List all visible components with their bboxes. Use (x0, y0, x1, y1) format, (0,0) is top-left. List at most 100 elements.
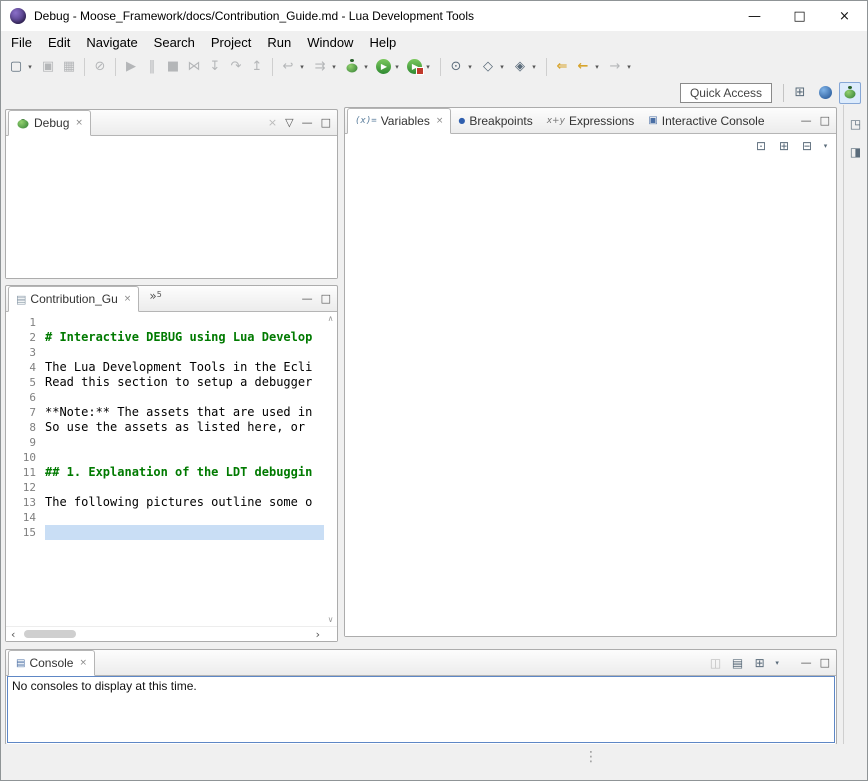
code-line[interactable]: 2 # Interactive DEBUG using Lua Develop (6, 330, 324, 345)
save-all-button[interactable]: ▦ (59, 56, 79, 78)
collapse-all-button[interactable]: ⊟ (797, 136, 817, 156)
search-button[interactable]: ⊙ (446, 56, 466, 78)
code-line[interactable]: 14 (6, 510, 324, 525)
vertical-scrollbar[interactable]: ∧ ∨ (324, 312, 337, 626)
open-perspective-button[interactable]: ⊞ (789, 82, 811, 104)
debug-perspective-button[interactable] (839, 82, 861, 104)
new-dropdown[interactable]: ▾ (25, 56, 35, 78)
code-line[interactable]: 5 Read this section to setup a debugger (6, 375, 324, 390)
back-dropdown[interactable]: ▾ (592, 56, 602, 78)
new-wizard-dropdown[interactable]: ▾ (497, 56, 507, 78)
code-line[interactable]: 12 (6, 480, 324, 495)
forward-dropdown[interactable]: ▾ (624, 56, 634, 78)
run-dropdown[interactable]: ▾ (392, 56, 402, 78)
code-line[interactable]: 6 (6, 390, 324, 405)
forward-button[interactable]: → (605, 56, 625, 78)
open-element-dropdown[interactable]: ▾ (529, 56, 539, 78)
maximize-view-button[interactable]: □ (321, 116, 331, 129)
skip-all-breakpoints-button[interactable]: ⊘ (90, 56, 110, 78)
quick-access-box[interactable]: Quick Access (680, 83, 772, 103)
tab-console[interactable]: ▤ Console × (8, 650, 95, 676)
view-menu-button[interactable]: ▾ (820, 136, 831, 156)
tab-close-button[interactable]: × (124, 294, 132, 304)
code-line[interactable]: 4 The Lua Development Tools in the Ecli (6, 360, 324, 375)
step-over-button[interactable]: ↷ (226, 56, 246, 78)
tab-variables[interactable]: (x)= Variables × (347, 108, 451, 134)
view-menu-button[interactable]: ▽ (285, 116, 293, 129)
drop-to-frame-dropdown[interactable]: ▾ (297, 56, 307, 78)
menu-run[interactable]: Run (259, 33, 299, 52)
show-logical-structure-button[interactable]: ⊡ (751, 136, 771, 156)
new-button[interactable]: ▢ (6, 56, 26, 78)
scroll-down-button[interactable]: ∨ (328, 615, 334, 624)
drop-to-frame-button[interactable]: ↩ (278, 56, 298, 78)
external-tools-dropdown[interactable]: ▾ (423, 56, 433, 78)
step-return-button[interactable]: ↥ (247, 56, 267, 78)
menu-navigate[interactable]: Navigate (78, 33, 145, 52)
maximize-view-button[interactable]: □ (321, 292, 331, 305)
code-line[interactable]: 10 (6, 450, 324, 465)
use-step-filters-dropdown[interactable]: ▾ (329, 56, 339, 78)
open-console-dropdown[interactable]: ▾ (772, 653, 783, 673)
last-edit-location-button[interactable]: ⇐ (552, 56, 572, 78)
window-close-button[interactable]: × (822, 1, 867, 31)
scroll-right-button[interactable]: › (311, 628, 325, 641)
minimize-view-button[interactable]: — (801, 114, 812, 127)
maximize-view-button[interactable]: □ (820, 114, 830, 127)
code-line[interactable]: 1 (6, 315, 324, 330)
horizontal-scroll-thumb[interactable] (24, 630, 76, 638)
debug-dropdown[interactable]: ▾ (361, 56, 371, 78)
menu-search[interactable]: Search (146, 33, 203, 52)
app-logo-icon[interactable] (10, 8, 26, 24)
tab-interactive-console[interactable]: ▣ Interactive Console (641, 108, 771, 133)
code-line[interactable]: 9 (6, 435, 324, 450)
external-tools-button[interactable]: ▶ (407, 59, 422, 74)
open-element-button[interactable]: ◈ (510, 56, 530, 78)
tab-contribution-guide[interactable]: ▤ Contribution_Gu × (8, 286, 139, 312)
restore-minimized-view-button-2[interactable]: ◨ (847, 143, 865, 161)
code-line[interactable]: 8 So use the assets as listed here, or (6, 420, 324, 435)
use-step-filters-button[interactable]: ⇉ (310, 56, 330, 78)
more-editors-button[interactable]: » 5 (139, 286, 165, 311)
tab-close-button[interactable]: × (75, 118, 83, 128)
horizontal-scrollbar[interactable]: ‹ › (6, 626, 337, 641)
show-type-names-button[interactable]: ⊞ (774, 136, 794, 156)
tab-close-button[interactable]: × (79, 658, 87, 668)
resume-button[interactable]: ▶ (121, 56, 141, 78)
minimize-view-button[interactable]: — (302, 116, 313, 129)
minimize-view-button[interactable]: — (801, 656, 812, 669)
code-line[interactable]: 15 (6, 525, 324, 540)
menu-edit[interactable]: Edit (40, 33, 78, 52)
scroll-left-button[interactable]: ‹ (6, 628, 20, 641)
window-minimize-button[interactable]: — (732, 1, 777, 31)
back-button[interactable]: ← (573, 56, 593, 78)
debug-button[interactable] (342, 56, 362, 78)
run-button[interactable]: ▶ (376, 59, 391, 74)
code-area[interactable]: 1 2 # Interactive DEBUG using Lua Develo… (6, 312, 324, 626)
save-button[interactable]: ▣ (38, 56, 58, 78)
window-maximize-button[interactable]: □ (777, 1, 822, 31)
maximize-view-button[interactable]: □ (820, 656, 830, 669)
code-line[interactable]: 11 ## 1. Explanation of the LDT debuggin (6, 465, 324, 480)
display-selected-console-button[interactable]: ▤ (728, 653, 748, 673)
pin-console-button[interactable]: ◫ (706, 653, 726, 673)
menu-help[interactable]: Help (361, 33, 404, 52)
step-into-button[interactable]: ↧ (205, 56, 225, 78)
code-line[interactable]: 7 **Note:** The assets that are used in (6, 405, 324, 420)
lua-perspective-button[interactable] (814, 82, 836, 104)
open-console-button[interactable]: ⊞ (750, 653, 770, 673)
suspend-button[interactable]: ‖ (142, 56, 162, 78)
new-wizard-button[interactable]: ◇ (478, 56, 498, 78)
tab-debug[interactable]: Debug × (8, 110, 91, 136)
menu-project[interactable]: Project (203, 33, 259, 52)
code-line[interactable]: 13 The following pictures outline some o (6, 495, 324, 510)
scroll-up-button[interactable]: ∧ (328, 314, 334, 323)
menu-window[interactable]: Window (299, 33, 361, 52)
menu-file[interactable]: File (3, 33, 40, 52)
code-line[interactable]: 3 (6, 345, 324, 360)
search-dropdown[interactable]: ▾ (465, 56, 475, 78)
remove-all-terminated-button[interactable]: × (268, 116, 277, 129)
tab-close-button[interactable]: × (436, 116, 444, 126)
minimize-view-button[interactable]: — (302, 292, 313, 305)
disconnect-button[interactable]: ⋈ (184, 56, 204, 78)
